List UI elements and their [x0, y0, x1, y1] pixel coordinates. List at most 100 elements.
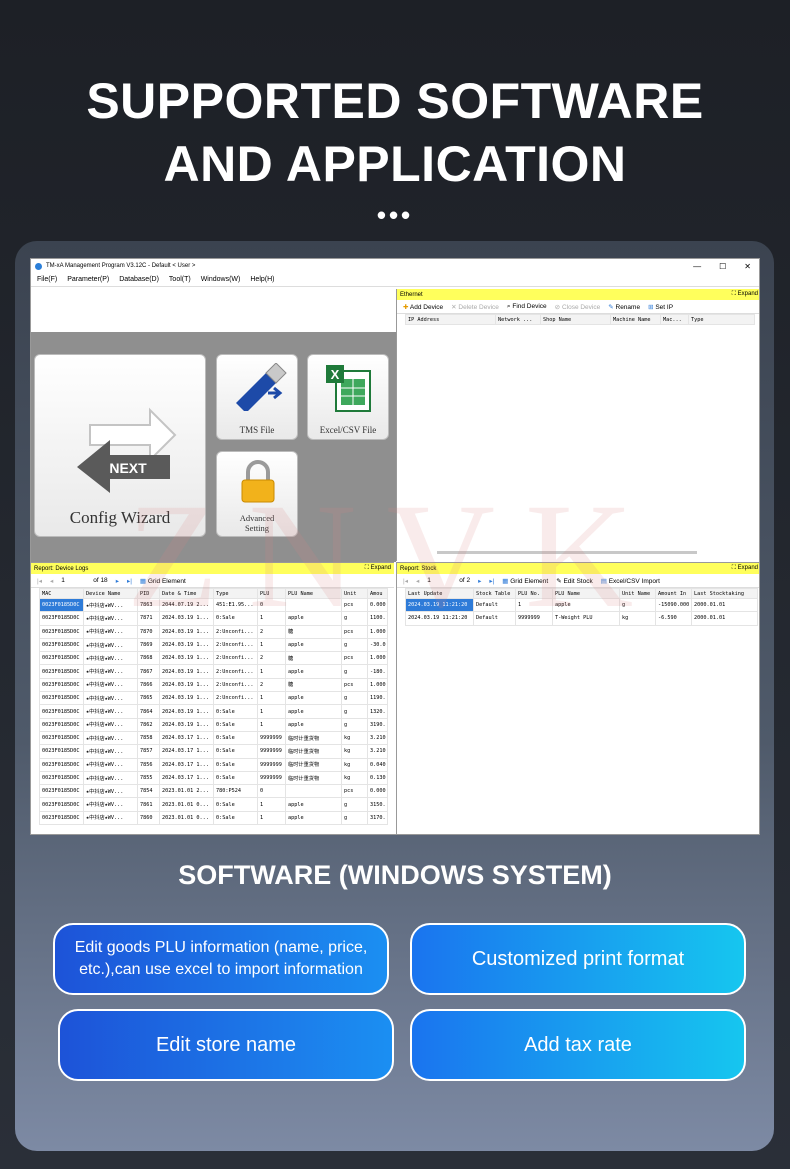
device-logs-title: Report: Device Logs — [34, 565, 89, 572]
column-header[interactable]: Stock Table — [473, 588, 516, 599]
column-header[interactable]: MAC — [39, 588, 84, 599]
config-wizard-tile[interactable]: NEXT Config Wizard — [34, 354, 206, 537]
table-row[interactable]: 0023F0185D0C ★中抖店★WV... 7864 2024.03.19 1..… — [39, 704, 388, 719]
maximize-button[interactable]: ☐ — [719, 262, 726, 271]
table-row[interactable]: 0023F0185D0C ★中抖店★WV... 7858 2024.03.17 1..… — [39, 730, 388, 746]
edit-stock-button[interactable]: ✎ Edit Stock — [556, 577, 593, 585]
table-row[interactable]: 0023F0185D0C ★中抖店★WV... 7868 2024.03.19 1..… — [39, 651, 388, 666]
set-ip-button[interactable]: ⊞ Set IP — [648, 303, 673, 311]
table-cell — [285, 597, 342, 613]
table-cell: pcs — [341, 624, 368, 639]
col-machine-name[interactable]: Machine Name — [610, 314, 661, 325]
table-row[interactable]: 0023F0185D0C ★中抖店★WV... 7862 2024.03.19 1..… — [39, 717, 388, 732]
menu-file[interactable]: File(F) — [37, 276, 57, 283]
ethernet-header: Ethernet ⛶ Expand — [397, 289, 759, 300]
stock-last-page-icon[interactable]: ▸| — [489, 577, 494, 585]
column-header[interactable]: Type — [213, 588, 258, 599]
column-header[interactable]: Unit — [341, 588, 368, 599]
col-type[interactable]: Type — [688, 314, 755, 325]
table-row[interactable]: 0023F0185D0C ★中抖店★WV... 7865 2024.03.19 1..… — [39, 691, 388, 706]
col-ip-address[interactable]: IP Address — [405, 314, 496, 325]
table-cell: 1100. — [367, 611, 388, 626]
csv-import-button[interactable]: ▤ Excel/CSV Import — [601, 577, 660, 585]
table-row[interactable]: 0023F0185D0C ★中抖店★WV... 7863 2044.07.19 2..… — [39, 597, 388, 613]
table-row[interactable]: 0023F0185D0C ★中抖店★WV... 7857 2024.03.17 1..… — [39, 744, 388, 759]
prev-page-icon[interactable]: ◂ — [50, 577, 53, 585]
table-row[interactable]: 0023F0185D0C ★中抖店★WV... 7871 2024.03.19 1..… — [39, 611, 388, 626]
table-row[interactable]: 2024.03.19 11:21:20 Default 9999999 T-Weigh… — [405, 611, 758, 626]
table-row[interactable]: 0023F0185D0C ★中抖店★WV... 7867 2024.03.19 1..… — [39, 664, 388, 679]
excel-csv-tile[interactable]: X Excel/CSV File — [307, 354, 389, 440]
first-page-icon[interactable]: |◂ — [37, 577, 42, 585]
menu-database[interactable]: Database(D) — [119, 276, 159, 283]
table-row[interactable]: 0023F0185D0C ★中抖店★WV... 7861 2023.01.01 0..… — [39, 797, 388, 812]
column-header[interactable]: PLU No. — [515, 588, 553, 599]
device-logs-expand-button[interactable]: ⛶ Expand — [365, 565, 391, 572]
advanced-setting-tile[interactable]: Advanced Setting — [216, 451, 298, 537]
stock-pager: |◂ ◂ 1 of 2 ▸ ▸| ▦ Grid Element ✎ Edit S… — [397, 574, 759, 588]
rename-button[interactable]: ✎ Rename — [608, 303, 640, 311]
table-row[interactable]: 0023F0185D0C ★中抖店★WV... 7860 2023.01.01 0..… — [39, 810, 388, 826]
find-device-button[interactable]: ⌕ Find Device — [507, 303, 547, 311]
column-header[interactable]: Device Name — [83, 588, 138, 599]
table-row[interactable]: 0023F0185D0C ★中抖店★WV... 7856 2024.03.17 1..… — [39, 757, 388, 772]
column-header[interactable]: PLU Name — [552, 588, 620, 599]
page-number-field[interactable]: 1 — [61, 577, 85, 584]
column-header[interactable]: Last Stocktaking — [691, 588, 758, 599]
table-row[interactable]: 0023F0185D0C ★中抖店★WV... 7869 2024.03.19 1..… — [39, 637, 388, 653]
table-row[interactable]: 0023F0185D0C ★中抖店★WV... 7854 2023.01.01 2..… — [39, 784, 388, 799]
tms-file-tile[interactable]: TMS File — [216, 354, 298, 440]
column-header[interactable]: PLU — [257, 588, 286, 599]
stock-expand-button[interactable]: ⛶ Expand — [732, 565, 758, 572]
table-row[interactable]: 0023F0185D0C ★中抖店★WV... 7855 2024.03.17 1..… — [39, 770, 388, 786]
close-device-button[interactable]: ⊘ Close Device — [555, 303, 601, 311]
table-cell: 1 — [257, 704, 286, 719]
column-header[interactable]: Unit Name — [619, 588, 656, 599]
stock-title: Report: Stock — [400, 565, 437, 572]
menu-parameter[interactable]: Parameter(P) — [67, 276, 109, 283]
table-cell: 0:Sale — [213, 730, 258, 746]
software-subheading: SOFTWARE (WINDOWS SYSTEM) — [178, 860, 612, 890]
minimize-button[interactable]: — — [693, 262, 701, 271]
column-header[interactable]: PID — [137, 588, 160, 599]
table-cell: 2 — [257, 624, 286, 639]
stock-grid-element-button[interactable]: ▦ Grid Element — [502, 577, 548, 585]
table-cell: 7867 — [137, 664, 160, 679]
table-cell: 0.130 — [367, 770, 388, 786]
menu-windows[interactable]: Windows(W) — [201, 276, 241, 283]
col-network[interactable]: Network ... — [495, 314, 541, 325]
table-cell: 0 — [257, 784, 286, 799]
ethernet-scrollbar[interactable] — [437, 551, 697, 554]
close-button[interactable]: ✕ — [744, 262, 751, 271]
column-header[interactable]: PLU Name — [285, 588, 342, 599]
ethernet-expand-button[interactable]: ⛶ Expand — [732, 291, 758, 298]
stock-first-page-icon[interactable]: |◂ — [403, 577, 408, 585]
stock-prev-page-icon[interactable]: ◂ — [416, 577, 419, 585]
table-cell: 9999999 — [257, 757, 286, 772]
column-header[interactable]: Last Update — [405, 588, 474, 599]
column-header[interactable]: Amount In — [655, 588, 692, 599]
column-header[interactable]: Date & Time — [159, 588, 214, 599]
rename-icon: ✎ — [608, 303, 614, 311]
col-mac[interactable]: Mac... — [660, 314, 689, 325]
col-shop-name[interactable]: Shop Name — [540, 314, 611, 325]
stock-next-page-icon[interactable]: ▸ — [478, 577, 481, 585]
menu-tool[interactable]: Tool(T) — [169, 276, 191, 283]
table-cell: 2023.01.01 0... — [159, 810, 214, 826]
add-device-button[interactable]: ✚ Add Device — [403, 303, 443, 311]
grid-element-button[interactable]: ▦ Grid Element — [140, 577, 186, 585]
column-header[interactable]: Amou — [367, 588, 388, 599]
table-row[interactable]: 0023F0185D0C ★中抖店★WV... 7866 2024.03.19 1..… — [39, 677, 388, 693]
table-row[interactable]: 2024.03.19 11:21:20 Default 1 apple g -15090.… — [405, 597, 758, 613]
menu-help[interactable]: Help(H) — [250, 276, 274, 283]
delete-device-button[interactable]: ✕ Delete Device — [451, 303, 499, 311]
last-page-icon[interactable]: ▸| — [127, 577, 132, 585]
add-device-label: Add Device — [409, 303, 444, 311]
table-cell: g — [341, 797, 368, 812]
tms-file-label: TMS File — [239, 425, 275, 435]
table-cell: 2000.01.01 — [691, 611, 758, 626]
table-row[interactable]: 0023F0185D0C ★中抖店★WV... 7870 2024.03.19 1..… — [39, 624, 388, 639]
stock-page-number-field[interactable]: 1 — [427, 577, 451, 584]
next-page-icon[interactable]: ▸ — [116, 577, 119, 585]
table-cell: 3170. — [367, 810, 388, 826]
